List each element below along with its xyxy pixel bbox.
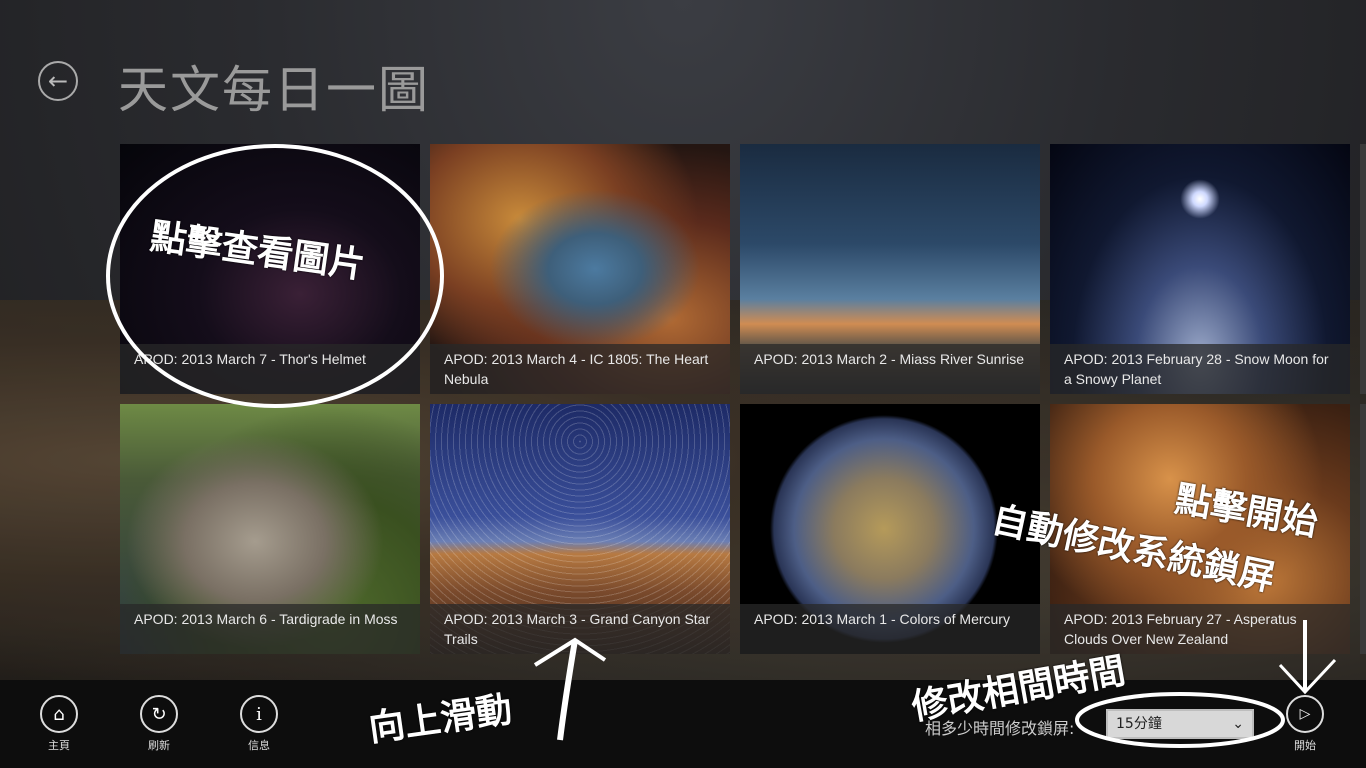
- play-icon: ▷: [1299, 706, 1311, 722]
- chevron-down-icon: ⌄: [1232, 716, 1244, 732]
- info-icon: i: [256, 703, 262, 725]
- interval-dropdown[interactable]: 15分鐘 ⌄: [1106, 709, 1254, 739]
- tile-caption: APOD: 2013 March 4 - IC 1805: The Heart …: [430, 344, 730, 394]
- tile-caption: APOD: 2013 March 2 - Miass River Sunrise: [740, 344, 1040, 394]
- partial-tile[interactable]: [1360, 404, 1366, 654]
- start-button[interactable]: ▷ 開始: [1275, 695, 1335, 753]
- partial-tile[interactable]: [1360, 144, 1366, 394]
- tile-tardigrade[interactable]: APOD: 2013 March 6 - Tardigrade in Moss: [120, 404, 420, 654]
- tile-grand-canyon[interactable]: APOD: 2013 March 3 - Grand Canyon Star T…: [430, 404, 730, 654]
- tile-caption: APOD: 2013 March 1 - Colors of Mercury: [740, 604, 1040, 654]
- start-label: 開始: [1294, 739, 1316, 752]
- info-label: 信息: [248, 739, 270, 752]
- tile-caption: APOD: 2013 March 3 - Grand Canyon Star T…: [430, 604, 730, 654]
- home-button[interactable]: ⌂ 主頁: [29, 695, 89, 753]
- interval-value: 15分鐘: [1116, 716, 1162, 732]
- refresh-icon: ↻: [151, 703, 167, 725]
- info-button[interactable]: i 信息: [229, 695, 289, 753]
- tile-caption: APOD: 2013 March 6 - Tardigrade in Moss: [120, 604, 420, 654]
- back-button[interactable]: ←: [38, 61, 78, 101]
- home-label: 主頁: [48, 739, 70, 752]
- app-bar: ⌂ 主頁 ↻ 刷新 i 信息 相多少時間修改鎖屏: 15分鐘 ⌄ ▷ 開始: [0, 680, 1366, 768]
- page-title: 天文每日一圖: [118, 61, 430, 119]
- tile-caption: APOD: 2013 February 28 - Snow Moon for a…: [1050, 344, 1350, 394]
- refresh-button[interactable]: ↻ 刷新: [129, 695, 189, 753]
- tile-caption: APOD: 2013 March 7 - Thor's Helmet: [120, 344, 420, 394]
- tile-miass-river[interactable]: APOD: 2013 March 2 - Miass River Sunrise: [740, 144, 1040, 394]
- tile-heart-nebula[interactable]: APOD: 2013 March 4 - IC 1805: The Heart …: [430, 144, 730, 394]
- home-icon: ⌂: [53, 703, 65, 725]
- refresh-label: 刷新: [148, 739, 170, 752]
- tile-snow-moon[interactable]: APOD: 2013 February 28 - Snow Moon for a…: [1050, 144, 1350, 394]
- back-arrow-icon: ←: [47, 67, 69, 95]
